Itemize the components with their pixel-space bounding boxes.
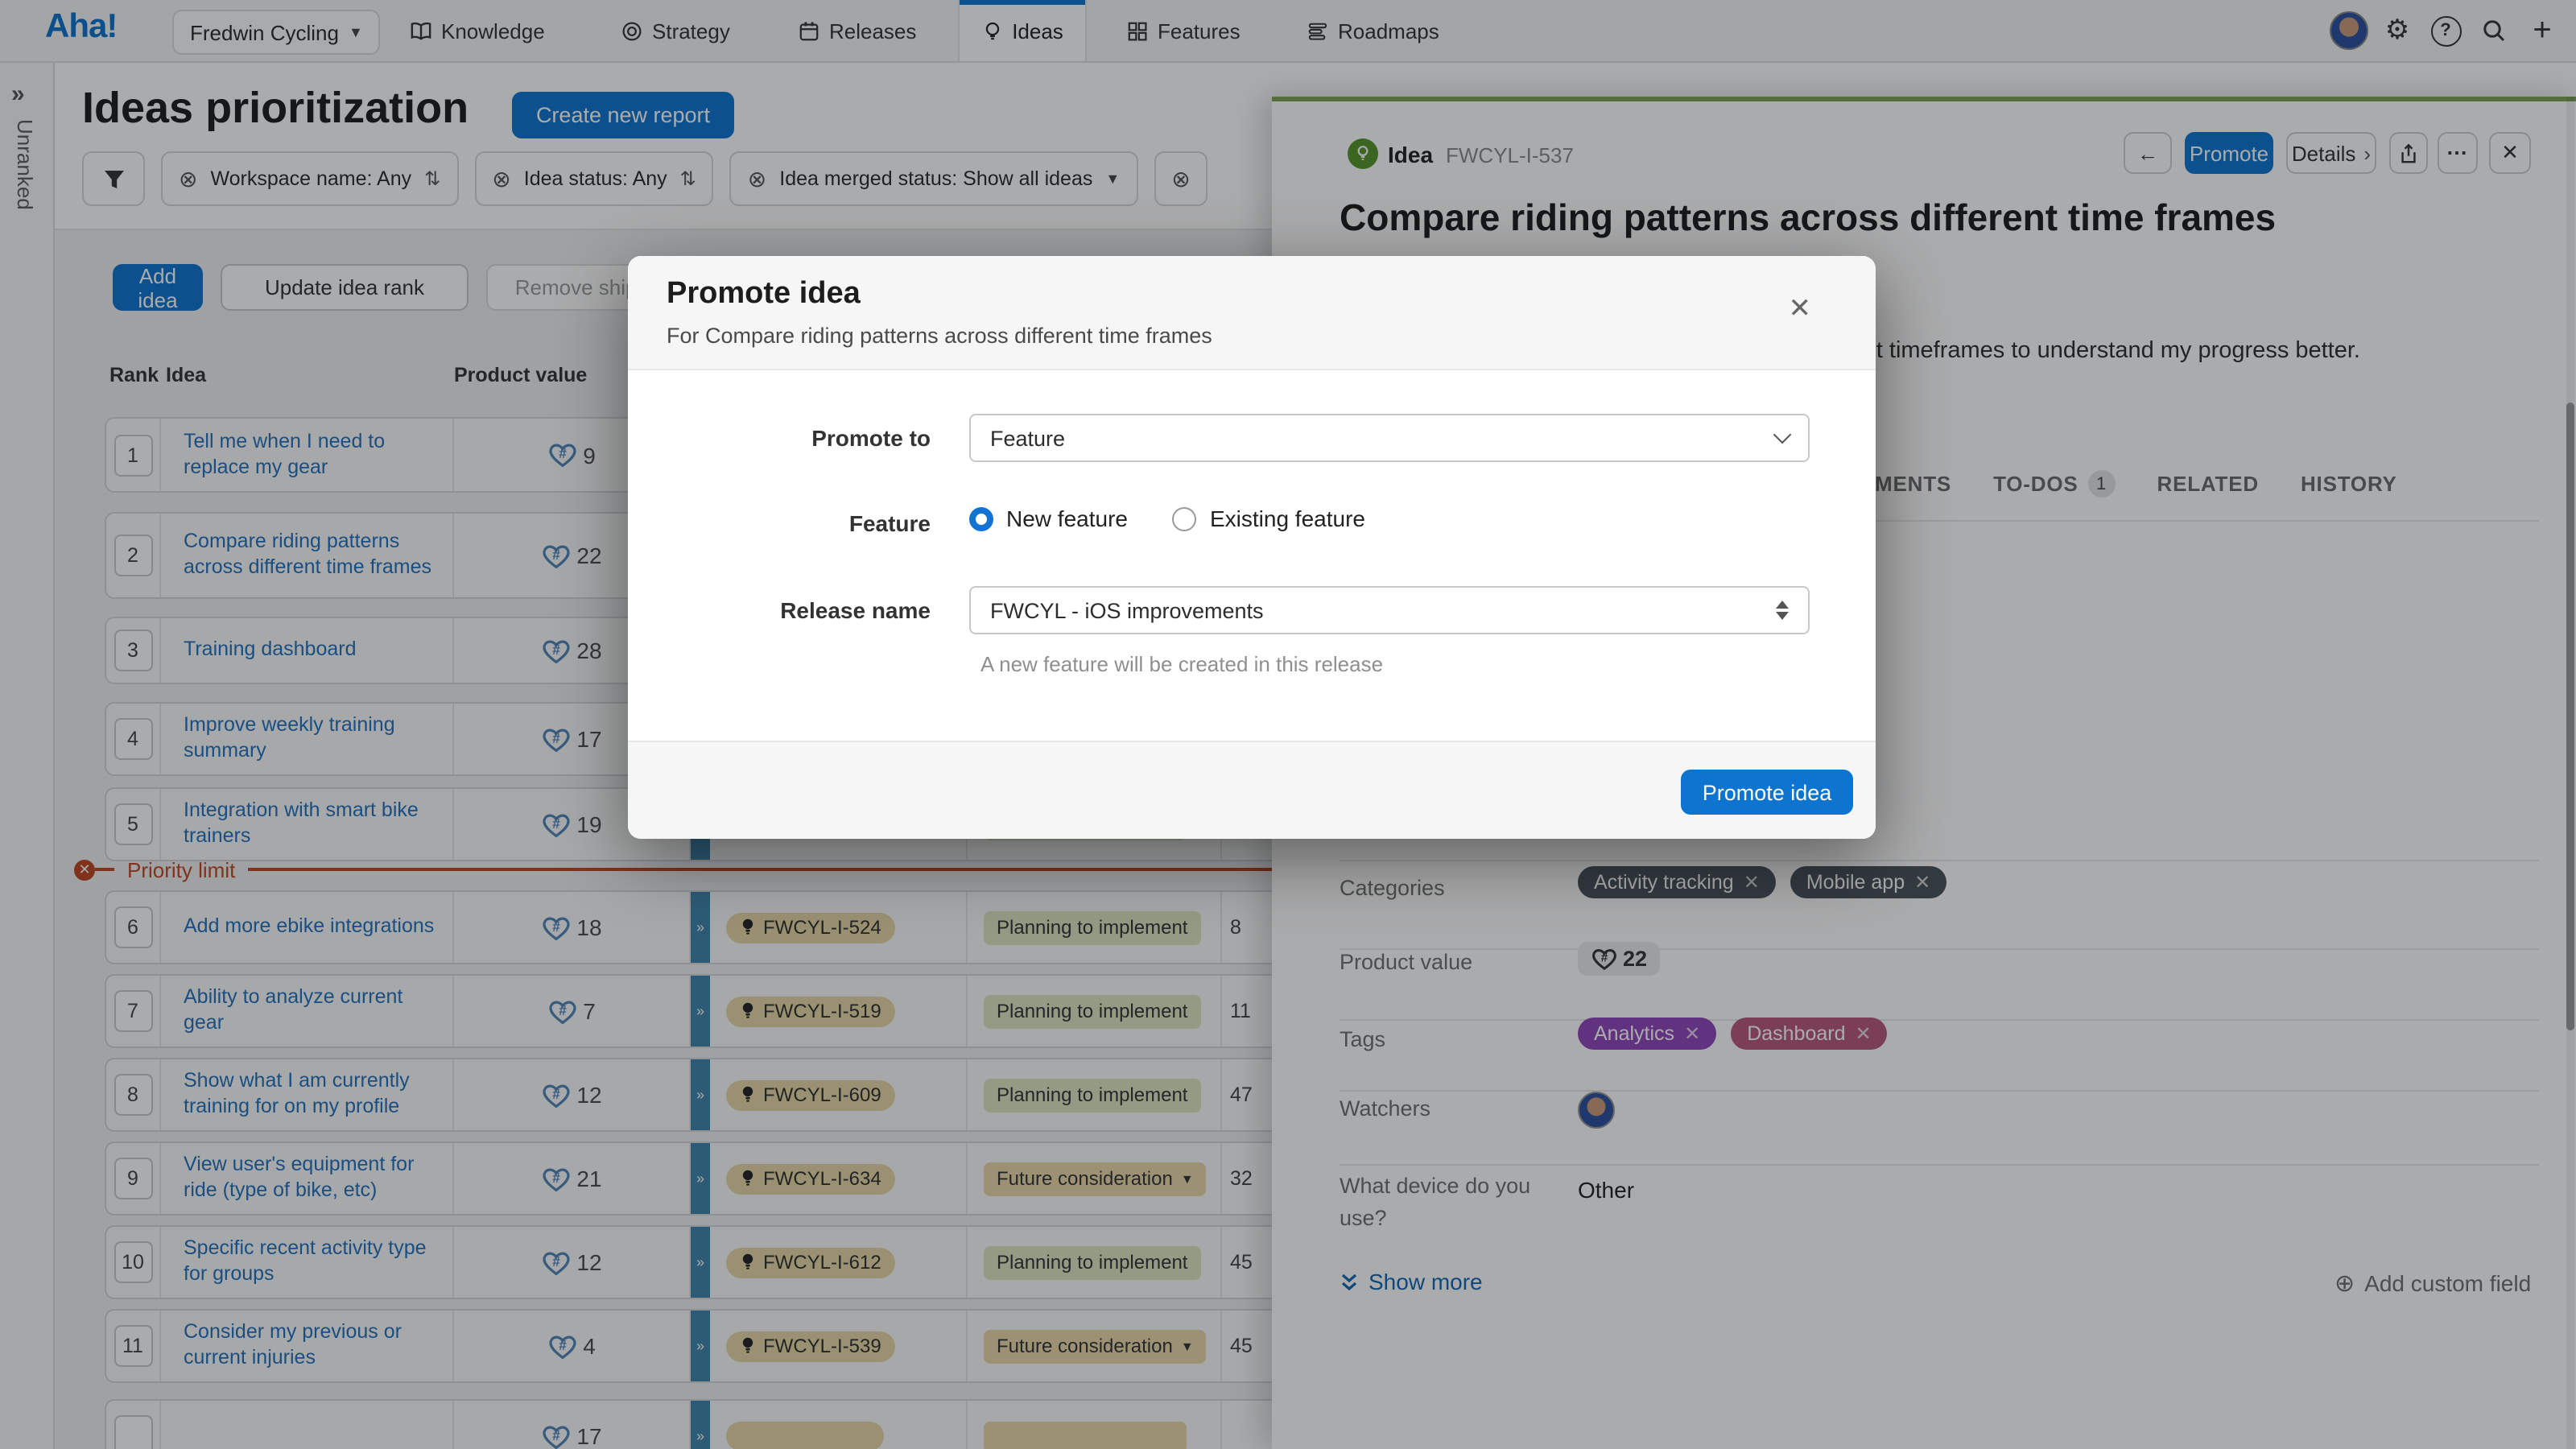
feature-radio-group: New feature Existing feature (969, 506, 1365, 531)
radio-existing-feature-label: Existing feature (1210, 506, 1365, 531)
modal-subtitle: For Compare riding patterns across diffe… (667, 324, 1212, 348)
release-name-label: Release name (689, 597, 931, 623)
modal-footer: Promote idea (628, 741, 1876, 839)
radio-new-feature[interactable] (969, 506, 993, 530)
modal-close-icon[interactable]: ✕ (1789, 293, 1812, 325)
modal-header: Promote idea For Compare riding patterns… (628, 256, 1876, 370)
promote-idea-submit-button[interactable]: Promote idea (1681, 770, 1853, 815)
promote-to-value: Feature (990, 426, 1065, 450)
release-name-select[interactable]: FWCYL - iOS improvements (969, 586, 1810, 634)
release-helper-text: A new feature will be created in this re… (980, 652, 1383, 676)
promote-to-label: Promote to (689, 425, 931, 451)
promote-idea-modal: Promote idea For Compare riding patterns… (628, 256, 1876, 839)
radio-new-feature-label: New feature (1006, 506, 1128, 531)
modal-title: Promote idea (667, 277, 861, 312)
app-root: Aha! Fredwin Cycling ▼ Knowledge Strateg… (0, 0, 2576, 1449)
chevron-down-icon (1773, 426, 1792, 444)
spinner-arrows-icon (1776, 601, 1789, 620)
radio-existing-feature[interactable] (1173, 506, 1197, 530)
release-name-value: FWCYL - iOS improvements (990, 598, 1264, 622)
promote-to-select[interactable]: Feature (969, 414, 1810, 462)
feature-label: Feature (689, 510, 931, 536)
